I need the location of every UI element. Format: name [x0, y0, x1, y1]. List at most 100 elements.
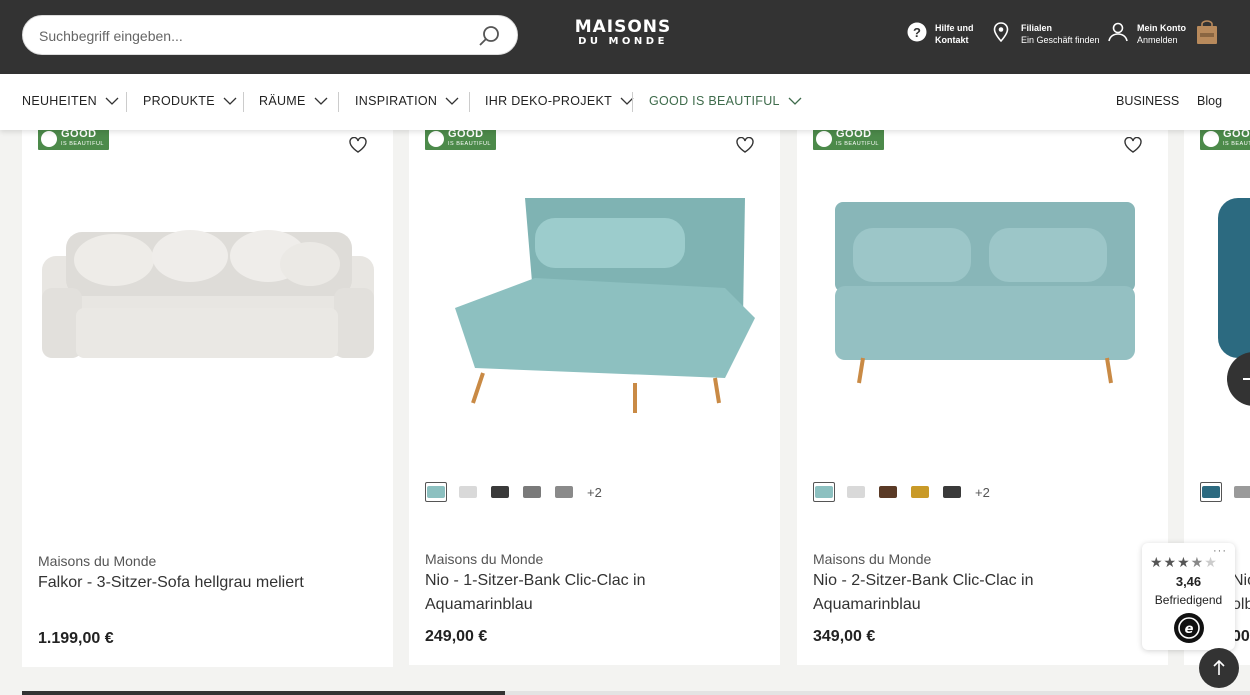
user-icon: [1108, 22, 1128, 42]
nav-label: INSPIRATION: [355, 94, 438, 108]
svg-text:e: e: [1185, 622, 1194, 637]
badge-label: GOOD: [1223, 128, 1250, 140]
stores-title: Filialen: [1021, 23, 1053, 33]
nav-label: PRODUKTE: [143, 94, 215, 108]
badge-label: GOOD: [836, 128, 872, 140]
globe-icon: [816, 131, 832, 147]
color-swatch[interactable]: [845, 482, 867, 502]
product-title[interactable]: Nio - 2-Sitzer-Bank Clic-Clac in Aquamar…: [813, 569, 1113, 617]
globe-icon: [428, 131, 444, 147]
color-swatches: +2: [425, 482, 602, 502]
nav-item-good-is-beautiful[interactable]: GOOD IS BEAUTIFUL: [649, 94, 802, 108]
product-image[interactable]: [38, 168, 378, 438]
color-swatch[interactable]: [877, 482, 899, 502]
nav-item-produkte[interactable]: PRODUKTE: [143, 94, 237, 108]
swatch-color: [943, 486, 961, 498]
scrollbar-thumb[interactable]: [22, 691, 505, 695]
color-swatch[interactable]: [909, 482, 931, 502]
help-subtitle: Kontakt: [935, 35, 969, 45]
color-swatch[interactable]: [425, 482, 447, 502]
product-image[interactable]: [425, 168, 765, 438]
badge-sublabel: IS BEAUTIFUL: [836, 141, 879, 147]
good-is-beautiful-badge: GOODIS BEAUTIFUL: [425, 128, 496, 150]
swatch-color: [911, 486, 929, 498]
color-swatches: +2: [813, 482, 990, 502]
product-title[interactable]: Nio - 1-Sitzer-Bank Clic-Clac in Aquamar…: [425, 569, 725, 617]
logo-line2: DU MONDE: [578, 36, 668, 47]
search-bar[interactable]: [22, 15, 518, 55]
heart-icon[interactable]: [736, 137, 754, 153]
badge-sublabel: IS BEAUTIFUL: [1223, 141, 1250, 147]
good-is-beautiful-badge: GOODIS BEAUTIFUL: [1200, 128, 1250, 150]
more-colors-count[interactable]: +2: [587, 485, 602, 500]
chevron-down-icon: [445, 97, 459, 105]
arrow-up-icon: [1213, 659, 1225, 675]
color-swatch[interactable]: [457, 482, 479, 502]
shopping-bag-icon[interactable]: [1196, 20, 1218, 45]
good-is-beautiful-badge: GOODIS BEAUTIFUL: [38, 128, 109, 150]
color-swatch[interactable]: [941, 482, 963, 502]
product-price: 349,00 €: [813, 628, 876, 645]
chevron-down-icon: [788, 97, 802, 105]
product-image[interactable]: [1214, 178, 1250, 368]
color-swatch[interactable]: [813, 482, 835, 502]
nav-blog-link[interactable]: Blog: [1197, 94, 1222, 108]
more-colors-count[interactable]: +2: [975, 485, 990, 500]
nav-divider: [126, 92, 127, 112]
product-brand: Maisons du Monde: [38, 553, 157, 569]
color-swatch[interactable]: [489, 482, 511, 502]
nav-item-inspiration[interactable]: INSPIRATION: [355, 94, 459, 108]
heart-icon[interactable]: [1124, 137, 1142, 153]
product-card[interactable]: GOOD IS BEAUTIFUL Maisons du Monde Falkor…: [22, 118, 393, 667]
logo-line1: MAISONS: [574, 17, 672, 37]
globe-icon: [41, 131, 57, 147]
nav-item-raeume[interactable]: RÄUME: [259, 94, 328, 108]
search-input[interactable]: [39, 24, 459, 48]
nav-item-deko-projekt[interactable]: IHR DEKO-PROJEKT: [485, 94, 634, 108]
main-navigation: NEUHEITEN PRODUKTE RÄUME INSPIRATION IHR…: [0, 74, 1250, 130]
stores-subtitle: Ein Geschäft finden: [1021, 35, 1100, 45]
maisons-du-monde-logo[interactable]: MAISONS DU MONDE: [570, 18, 676, 52]
good-is-beautiful-badge: GOODIS BEAUTIFUL: [813, 128, 884, 150]
color-swatch[interactable]: [1200, 482, 1222, 502]
heart-icon[interactable]: [349, 137, 367, 153]
rating-score: 3,46: [1175, 574, 1202, 589]
badge-sublabel: IS BEAUTIFUL: [448, 141, 491, 147]
nav-divider: [469, 92, 470, 112]
product-title[interactable]: Falkor - 3-Sitzer-Sofa hellgrau meliert: [38, 571, 338, 595]
scroll-to-top-button[interactable]: [1199, 648, 1239, 688]
account-link[interactable]: Mein Konto Anmelden: [1107, 22, 1186, 46]
swatch-color: [1234, 486, 1250, 498]
search-icon[interactable]: [477, 24, 501, 48]
location-pin-icon: [993, 22, 1009, 42]
nav-label: NEUHEITEN: [22, 94, 97, 108]
chevron-down-icon: [314, 97, 328, 105]
stores-link[interactable]: Filialen Ein Geschäft finden: [993, 22, 1100, 46]
swatch-color: [523, 486, 541, 498]
account-subtitle: Anmelden: [1137, 35, 1178, 45]
swatch-color: [459, 486, 477, 498]
color-swatch[interactable]: [1232, 482, 1250, 502]
nav-item-neuheiten[interactable]: NEUHEITEN: [22, 94, 119, 108]
product-brand: Maisons du Monde: [425, 551, 544, 567]
carousel-scrollbar[interactable]: [22, 691, 1250, 695]
trusted-shops-logo: e: [1174, 613, 1204, 643]
product-image[interactable]: [813, 168, 1153, 438]
nav-divider: [632, 92, 633, 112]
arrow-right-icon: [1243, 378, 1250, 380]
color-swatches: [1200, 482, 1250, 502]
swatch-color: [555, 486, 573, 498]
product-card[interactable]: GOOD IS BEAUTIFUL +2 Maisons du Monde Nio…: [409, 118, 780, 665]
product-card[interactable]: GOOD IS BEAUTIFUL +2 Maisons du Monde Nio…: [797, 118, 1168, 665]
svg-text:?: ?: [913, 25, 921, 40]
nav-label: IHR DEKO-PROJEKT: [485, 94, 613, 108]
product-brand: Maisons du Monde: [813, 551, 932, 567]
help-title: Hilfe und: [935, 23, 974, 33]
trusted-shops-rating-widget[interactable]: ··· ★★★★★ 3,46 Befriedigend e: [1142, 543, 1235, 650]
swatch-color: [1202, 486, 1220, 498]
color-swatch[interactable]: [553, 482, 575, 502]
nav-business-link[interactable]: BUSINESS: [1116, 94, 1179, 108]
color-swatch[interactable]: [521, 482, 543, 502]
help-contact-link[interactable]: ? Hilfe und Kontakt: [907, 22, 974, 46]
badge-sublabel: IS BEAUTIFUL: [61, 141, 104, 147]
